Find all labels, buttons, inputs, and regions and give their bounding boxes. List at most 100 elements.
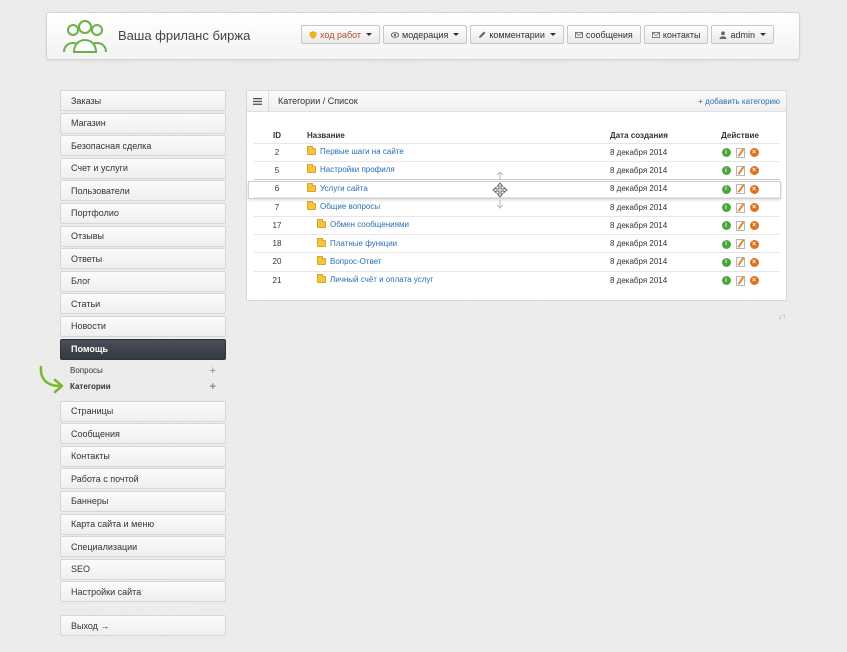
sidebar-item[interactable]: Специализации (60, 536, 226, 558)
info-icon[interactable]: i (721, 166, 731, 176)
folder-icon (317, 255, 326, 265)
sidebar-item[interactable]: Работа с почтой (60, 468, 226, 490)
nav-button-label: сообщения (585, 29, 633, 40)
edit-icon[interactable] (735, 202, 745, 213)
caret-down-icon (549, 33, 556, 36)
edit-icon[interactable] (735, 165, 745, 176)
delete-icon[interactable]: × (749, 203, 759, 213)
sidebar-item[interactable]: Карта сайта и меню (60, 513, 226, 535)
category-link[interactable]: Услуги сайта (307, 182, 368, 193)
table-row[interactable]: 6 Услуги сайта 8 декабря 2014 i × (254, 179, 780, 198)
table-row[interactable]: 20 Вопрос-Ответ 8 декабря 2014 i × (254, 252, 780, 272)
sort-hint[interactable]: ↓↑ (778, 312, 786, 321)
plus-icon[interactable]: + (210, 381, 216, 393)
table-row[interactable]: 17 Обмен сообщениями 8 декабря 2014 i × (254, 215, 780, 235)
row-name-cell: Первые шаги на сайте (300, 142, 610, 162)
sidebar-item[interactable]: Сообщения (60, 423, 226, 445)
category-name: Услуги сайта (320, 183, 368, 193)
table-row[interactable]: 5 Настройки профиля 8 декабря 2014 i × (254, 160, 780, 180)
sidebar-item[interactable]: Магазин (60, 112, 226, 134)
nav-button-2[interactable]: комментарии (470, 25, 564, 44)
category-link[interactable]: Обмен сообщениями (307, 219, 409, 230)
plus-icon[interactable]: + (210, 365, 216, 377)
sidebar-subitem[interactable]: Категории + (60, 379, 226, 395)
row-actions: i × (700, 215, 780, 235)
nav-button-4[interactable]: контакты (643, 25, 709, 44)
row-date: 8 декабря 2014 (610, 142, 700, 162)
delete-icon[interactable]: × (749, 184, 759, 194)
category-link[interactable]: Настройки профиля (307, 164, 395, 174)
sidebar-item[interactable]: Баннеры (60, 490, 226, 512)
sidebar-item[interactable]: Безопасная сделка (60, 135, 226, 157)
delete-icon[interactable]: × (749, 257, 759, 267)
delete-icon[interactable]: × (749, 148, 759, 158)
info-icon[interactable]: i (721, 148, 731, 158)
caret-down-icon (760, 33, 766, 36)
sidebar-item[interactable]: Настройки сайта (60, 581, 226, 603)
sidebar-item[interactable]: Счет и услуги (60, 157, 226, 179)
nav-button-0[interactable]: ход работ (300, 25, 381, 44)
edit-icon[interactable] (735, 184, 745, 195)
sidebar-item[interactable]: Заказы (60, 90, 226, 111)
nav-button-5[interactable]: admin (711, 25, 774, 44)
category-link[interactable]: Вопрос-Ответ (307, 255, 382, 266)
table-row[interactable]: 2 Первые шаги на сайте 8 декабря 2014 i × (254, 142, 780, 162)
edit-icon[interactable] (735, 147, 745, 158)
brand-title[interactable]: Ваша фриланс биржа (118, 28, 250, 43)
nav-button-1[interactable]: модерация (383, 25, 468, 44)
add-category-link[interactable]: + добавить категорию (698, 97, 780, 106)
info-icon[interactable]: i (721, 203, 731, 213)
row-id: 21 (254, 270, 300, 290)
info-icon[interactable]: i (721, 239, 731, 249)
panel-header: Категории / Список + добавить категорию (247, 90, 786, 112)
sidebar-item-active[interactable]: Помощь (60, 338, 226, 360)
edit-icon[interactable] (735, 239, 745, 250)
table-row[interactable]: 7 Общие вопросы 8 декабря 2014 i × (254, 197, 780, 217)
row-date: 8 декабря 2014 (610, 160, 700, 180)
info-icon[interactable]: i (721, 276, 731, 286)
menu-icon[interactable] (247, 90, 269, 112)
sidebar-item[interactable]: Статьи (60, 293, 226, 315)
table-row[interactable]: 18 Платные функции 8 декабря 2014 i × (254, 233, 780, 253)
category-name: Обмен сообщениями (330, 220, 409, 230)
edit-icon[interactable] (735, 275, 745, 286)
exit-wrap: Выход → (60, 615, 226, 638)
category-link[interactable]: Первые шаги на сайте (307, 146, 404, 156)
sidebar-item[interactable]: SEO (60, 558, 226, 580)
delete-icon[interactable]: × (749, 239, 759, 249)
row-name-cell: Настройки профиля (300, 160, 610, 180)
category-name: Вопрос-Ответ (330, 256, 382, 266)
caret-down-icon (453, 33, 460, 36)
category-link[interactable]: Платные функции (307, 237, 397, 248)
column-id[interactable]: ID (254, 129, 300, 143)
sidebar-item[interactable]: Страницы (60, 400, 226, 422)
sidebar-item[interactable]: Отзывы (60, 225, 226, 247)
sidebar-item[interactable]: Ответы (60, 248, 226, 270)
edit-icon[interactable] (735, 220, 745, 231)
column-actions: Действие (721, 131, 759, 141)
delete-icon[interactable]: × (749, 221, 759, 231)
info-icon[interactable]: i (721, 257, 731, 267)
category-link[interactable]: Общие вопросы (307, 201, 381, 212)
sidebar-item[interactable]: Портфолио (60, 202, 226, 224)
top-navigation: ход работ модерация комментарии сообщения ко… (300, 25, 774, 44)
logout-button[interactable]: Выход → (60, 615, 226, 636)
column-name[interactable]: Название (300, 129, 610, 143)
category-name: Общие вопросы (320, 202, 381, 212)
row-date: 8 декабря 2014 (610, 179, 700, 198)
column-date[interactable]: Дата создания (610, 129, 700, 143)
info-icon[interactable]: i (721, 184, 731, 194)
row-id: 18 (254, 233, 300, 253)
sidebar-item[interactable]: Блог (60, 270, 226, 292)
delete-icon[interactable]: × (749, 166, 759, 176)
edit-icon[interactable] (735, 257, 745, 268)
sidebar-item[interactable]: Контакты (60, 445, 226, 467)
sidebar-subitem[interactable]: Вопросы + (60, 363, 226, 379)
info-icon[interactable]: i (721, 221, 731, 231)
sidebar-item[interactable]: Пользователи (60, 180, 226, 202)
sidebar-item[interactable]: Новости (60, 315, 226, 337)
table-row[interactable]: 21 Личный счёт и оплата услуг 8 декабря 20… (254, 270, 780, 290)
nav-button-3[interactable]: сообщения (566, 25, 641, 44)
delete-icon[interactable]: × (749, 276, 759, 286)
category-link[interactable]: Личный счёт и оплата услуг (307, 274, 433, 284)
